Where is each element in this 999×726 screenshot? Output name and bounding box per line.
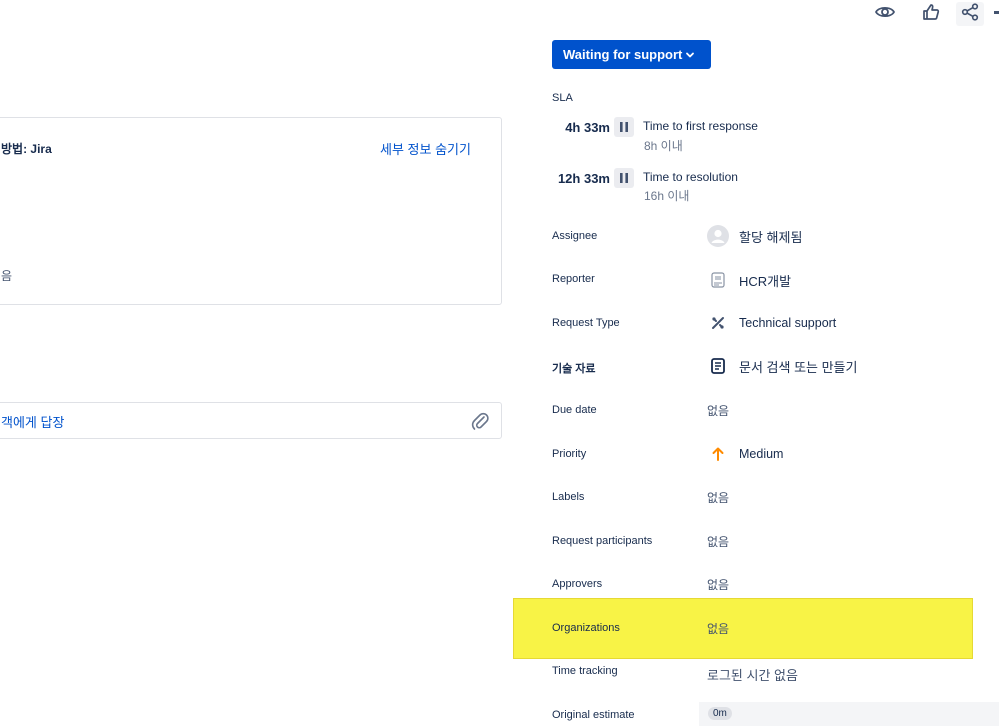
field-label-time-tracking: Time tracking (552, 665, 618, 677)
reporter-avatar-icon (707, 269, 729, 291)
user-avatar-icon (707, 225, 729, 247)
field-label-reporter: Reporter (552, 273, 595, 285)
sla-target: 16h 이내 (644, 189, 690, 203)
field-value-assignee[interactable]: 할당 해제됨 (707, 225, 802, 247)
more-actions-icon[interactable] (994, 11, 999, 14)
reply-label[interactable]: 객에게 답장 (1, 412, 64, 431)
detail-title: 방법: Jira (1, 142, 52, 156)
reporter-value-text: HCR개발 (739, 273, 792, 289)
status-label: Waiting for support (563, 47, 683, 62)
eye-icon (874, 5, 896, 24)
chevron-down-icon (685, 48, 695, 63)
field-value-knowledge[interactable]: 문서 검색 또는 만들기 (707, 355, 857, 377)
sla-heading: SLA (552, 92, 573, 104)
field-label-labels: Labels (552, 491, 585, 503)
original-estimate-value[interactable]: 0m (708, 707, 732, 720)
sla-name: Time to first response (643, 119, 758, 133)
like-button[interactable] (917, 2, 945, 26)
arrow-up-icon (707, 443, 729, 465)
field-value-request-type[interactable]: Technical support (707, 312, 836, 334)
sla-name: Time to resolution (643, 170, 738, 184)
priority-value-text: Medium (739, 447, 784, 461)
field-value-reporter[interactable]: HCR개발 (707, 269, 791, 291)
request-type-value-text: Technical support (739, 316, 837, 330)
tools-icon (707, 312, 729, 334)
hide-details-link[interactable]: 세부 정보 숨기기 (380, 139, 471, 158)
assignee-value-text: 할당 해제됨 (739, 229, 803, 245)
watch-button[interactable] (871, 2, 899, 26)
paperclip-icon[interactable] (471, 411, 489, 436)
field-label-request-participants: Request participants (552, 535, 653, 547)
field-label-approvers: Approvers (552, 578, 603, 590)
field-label-assignee: Assignee (552, 230, 598, 242)
pause-icon (614, 168, 634, 188)
sla-remaining-time: 4h 33m (565, 120, 610, 135)
field-value-priority[interactable]: Medium (707, 443, 783, 465)
field-value-organizations[interactable]: 없음 (707, 620, 729, 637)
request-details-card: 방법: Jira 세부 정보 숨기기 음 (0, 117, 502, 305)
share-icon (961, 2, 979, 26)
field-label-original-estimate: Original estimate (552, 709, 635, 721)
status-transition-button[interactable]: Waiting for support (552, 40, 711, 69)
share-button[interactable] (956, 2, 984, 26)
knowledge-value-text: 문서 검색 또는 만들기 (739, 359, 858, 375)
field-value-request-participants[interactable]: 없음 (707, 533, 729, 550)
field-value-labels[interactable]: 없음 (707, 489, 729, 506)
document-icon (707, 355, 729, 377)
field-label-knowledge: 기술 자료 (552, 363, 596, 375)
field-label-due-date: Due date (552, 404, 597, 416)
sla-remaining-time: 12h 33m (557, 171, 610, 186)
field-value-due-date[interactable]: 없음 (707, 402, 729, 419)
reply-to-customer-box[interactable]: 객에게 답장 (0, 402, 502, 439)
original-estimate-field-background[interactable] (699, 702, 999, 726)
field-value-time-tracking[interactable]: 로그된 시간 없음 (707, 665, 798, 684)
sla-target: 8h 이내 (644, 139, 683, 153)
field-label-priority: Priority (552, 448, 587, 460)
field-label-request-type: Request Type (552, 317, 620, 329)
pause-icon (614, 117, 634, 137)
field-label-organizations: Organizations (552, 622, 620, 634)
thumbs-up-icon (922, 3, 940, 26)
field-value-approvers[interactable]: 없음 (707, 576, 729, 593)
detail-value-text: 음 (1, 269, 13, 283)
